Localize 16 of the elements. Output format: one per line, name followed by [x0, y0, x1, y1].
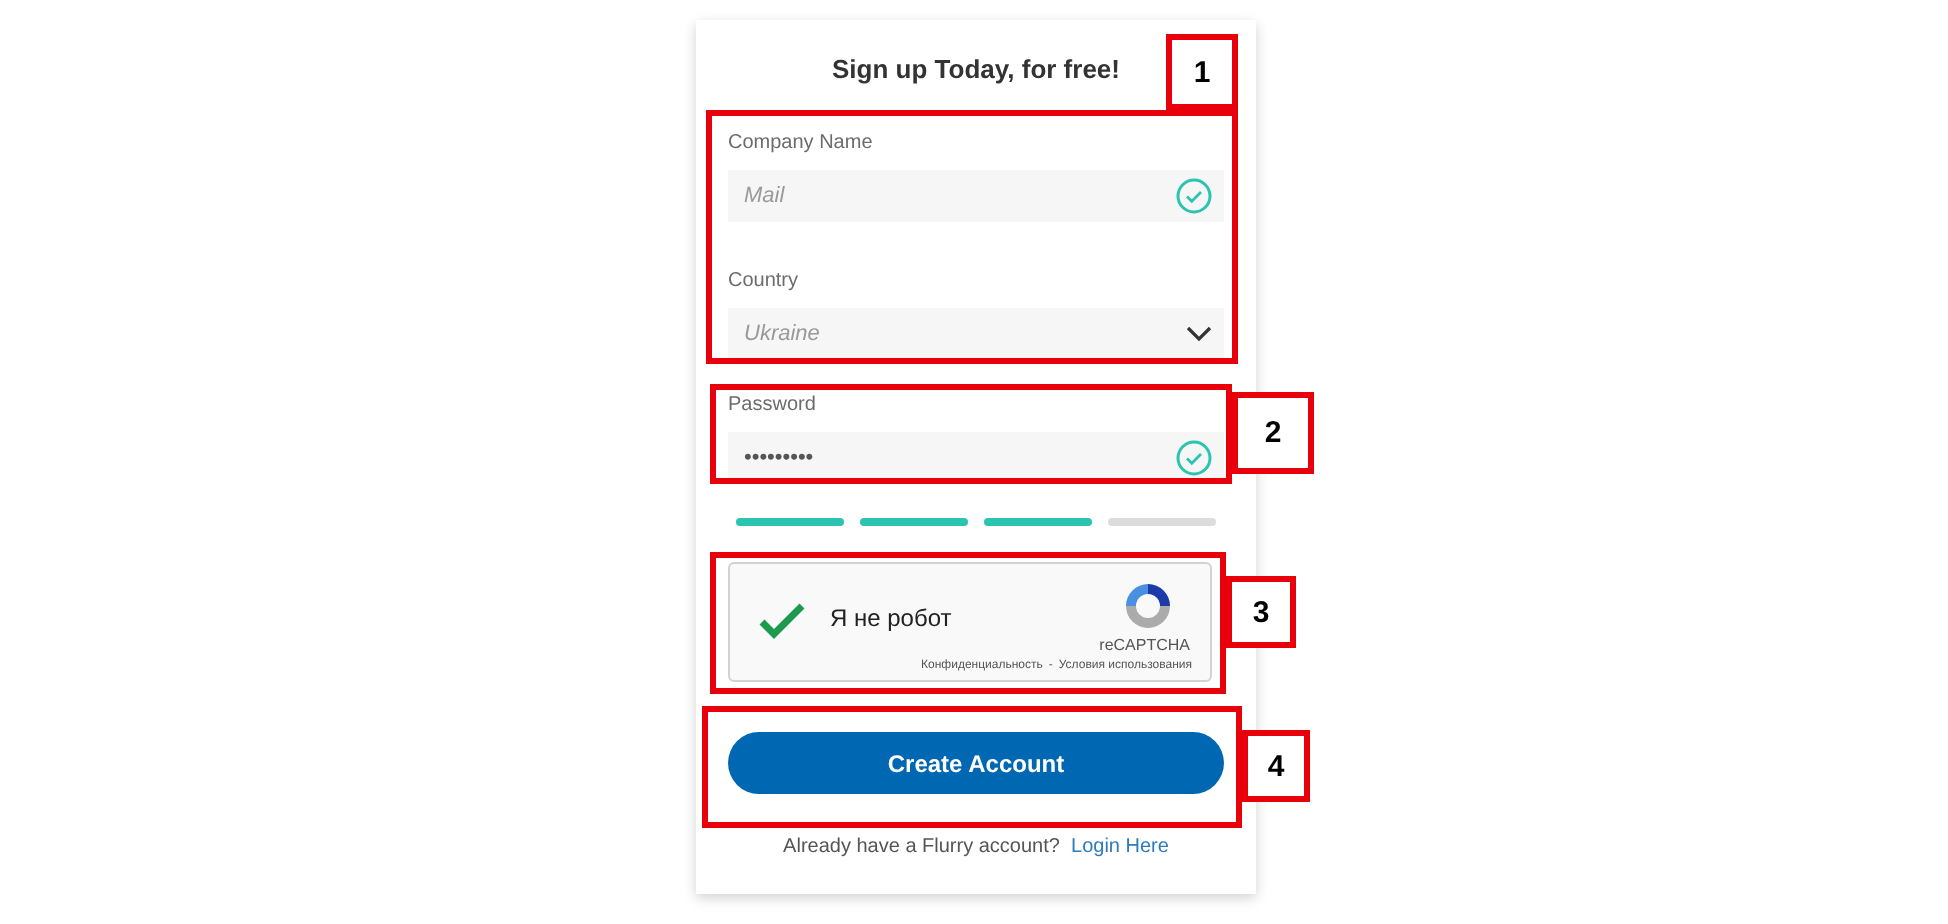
create-account-button[interactable]: Create Account — [728, 732, 1224, 794]
captcha-checkbox[interactable] — [758, 602, 806, 642]
field-label: Country — [728, 270, 801, 294]
annotation-number: 3 — [1226, 576, 1296, 648]
chevron-down-icon — [1186, 326, 1212, 342]
annotation-number: 4 — [1242, 730, 1310, 802]
annotation-number: 1 — [1166, 34, 1238, 110]
form-title: Sign up Today, for free! — [832, 52, 1120, 88]
field-label: Company Name — [728, 132, 875, 156]
recaptcha-brand: reCAPTCHA — [1099, 636, 1190, 654]
login-link[interactable]: Login Here — [1071, 836, 1169, 858]
captcha-label: Я не робот — [830, 604, 952, 632]
field-label: Password — [728, 394, 818, 418]
annotation-number: 2 — [1232, 392, 1314, 474]
footer-text: Already have a Flurry account? — [783, 836, 1060, 858]
recaptcha-logo-icon — [1122, 580, 1174, 632]
